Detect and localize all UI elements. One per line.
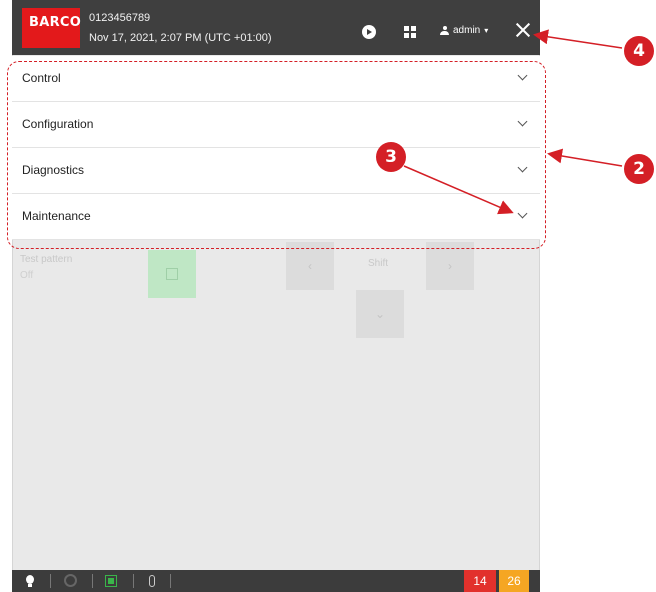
callout-marker-4: 4 [624,36,654,66]
arrow-2 [547,148,623,167]
arrow-3 [403,165,514,215]
callout-arrows [403,29,623,215]
callout-marker-2: 2 [624,154,654,184]
callout-marker-3: 3 [376,142,406,172]
arrow-4 [533,29,623,49]
